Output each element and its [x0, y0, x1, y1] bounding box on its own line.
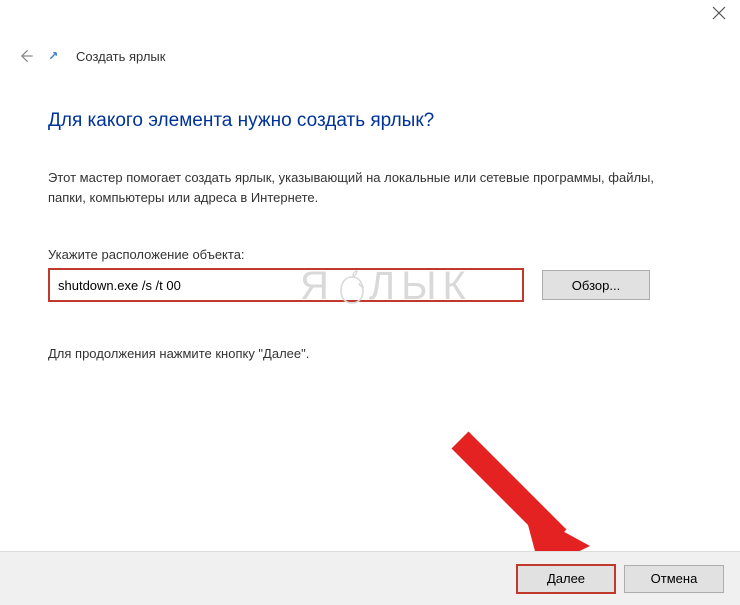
page-heading: Для какого элемента нужно создать ярлык? [48, 110, 692, 132]
continue-hint: Для продолжения нажмите кнопку "Далее". [48, 346, 692, 361]
back-arrow-icon[interactable] [16, 46, 36, 66]
description-text: Этот мастер помогает создать ярлык, указ… [48, 168, 692, 207]
shortcut-icon [48, 49, 62, 63]
header-row: Создать ярлык [0, 36, 740, 66]
browse-button[interactable]: Обзор... [542, 270, 650, 300]
input-row: Обзор... [48, 268, 692, 302]
footer: Далее Отмена [0, 551, 740, 605]
path-label: Укажите расположение объекта: [48, 247, 692, 262]
next-button[interactable]: Далее [516, 564, 616, 594]
cancel-button[interactable]: Отмена [624, 565, 724, 593]
close-icon[interactable] [712, 6, 726, 20]
titlebar [0, 0, 740, 36]
path-input[interactable] [48, 268, 524, 302]
content-area: Для какого элемента нужно создать ярлык?… [0, 66, 740, 361]
wizard-title: Создать ярлык [76, 49, 165, 64]
